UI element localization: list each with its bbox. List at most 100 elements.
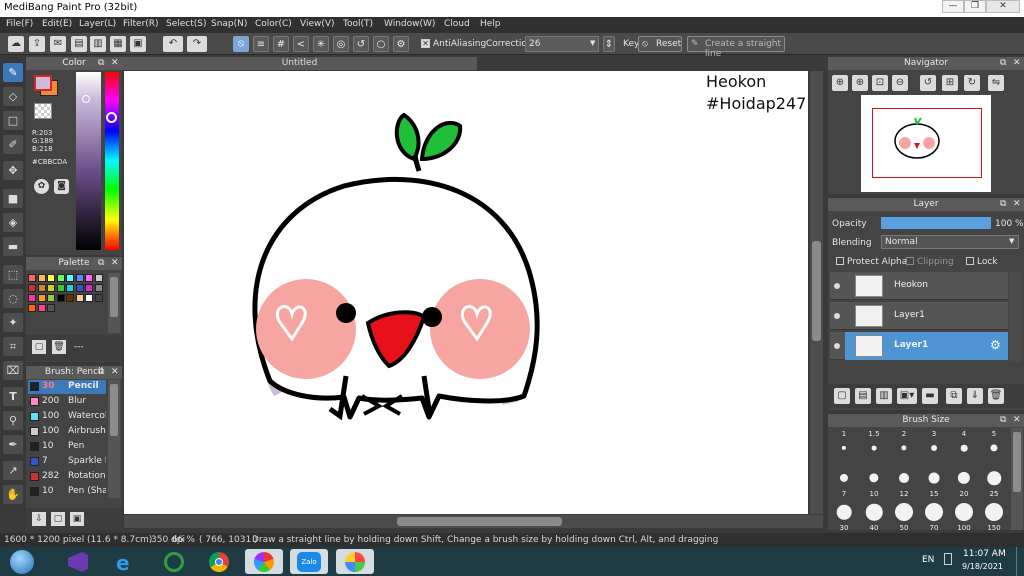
start-button[interactable] [2,549,42,574]
share-icon[interactable]: ⇪ [29,36,45,52]
select-rect-icon[interactable]: ⬚ [3,265,23,284]
close-icon[interactable]: ✕ [1013,198,1021,211]
undock-icon[interactable]: ⧉ [1000,198,1006,211]
palette-swatch[interactable] [94,274,103,282]
radial-snap-icon[interactable]: ✳ [313,36,329,52]
rotate-left-icon[interactable]: ↺ [920,75,936,91]
undock-icon[interactable]: ⧉ [98,257,104,270]
visual-studio-icon[interactable] [58,549,96,574]
move-brush-icon[interactable]: ✐ [3,135,23,154]
lock-checkbox[interactable] [966,257,974,265]
palette-swatch[interactable] [28,274,36,282]
layer-row[interactable]: Layer1 ⚙ [830,332,1008,360]
brush-item[interactable]: 10 Pen (Sha [28,485,106,498]
brush-size-cell[interactable]: 15 [920,464,948,498]
brush-size-cell[interactable]: 10 [860,464,888,498]
layer-scrollbar[interactable] [1009,272,1021,362]
edit-pen-icon[interactable]: ↗ [3,461,23,480]
visibility-icon[interactable] [834,343,840,349]
opacity-slider[interactable] [881,217,991,229]
visibility-icon[interactable] [834,283,840,289]
saturation-marker[interactable] [82,95,90,103]
merge-down-icon[interactable]: ⇓ [967,388,983,404]
brush-size-cell[interactable]: 5 [980,430,1008,456]
palette-swatch[interactable] [47,304,55,312]
zoom-out-icon[interactable]: ⊖ [892,75,908,91]
reset-view-icon[interactable]: ⊞ [942,75,958,91]
palette-swatch[interactable] [94,294,103,302]
picasa-icon[interactable] [245,549,283,574]
brush-size-cell[interactable]: 12 [890,464,918,498]
menu-color[interactable]: Color(C) [255,19,292,29]
palette-scroll-thumb[interactable] [110,277,118,317]
clipping-checkbox[interactable] [906,257,914,265]
menu-layer[interactable]: Layer(L) [79,19,116,29]
cloud-icon[interactable]: ☁ [8,36,24,52]
brush-size-cell[interactable]: 150 [980,498,1008,530]
palette-swatch[interactable] [47,284,55,292]
canvas-vertical-scrollbar[interactable] [810,71,823,514]
palette-swatch[interactable] [75,274,84,282]
menu-filter[interactable]: Filter(R) [123,19,159,29]
parallel-snap-icon[interactable]: ≡ [253,36,269,52]
brush-size-scroll-thumb[interactable] [1013,432,1021,492]
palette-swatch[interactable] [85,294,93,302]
language-indicator[interactable]: EN [922,555,934,565]
menu-view[interactable]: View(V) [300,19,335,29]
palette-icon[interactable]: ✿ [34,179,49,194]
brush-size-cell[interactable]: 1 [830,430,858,456]
close-icon[interactable]: ✕ [111,57,119,70]
brush-size-cell[interactable]: 20 [950,464,978,498]
brush-size-cell[interactable]: 2 [890,430,918,456]
vanishing-snap-icon[interactable]: < [293,36,309,52]
brush-size-cell[interactable]: 50 [890,498,918,530]
palette-swatch[interactable] [85,274,93,282]
brush-size-cell[interactable]: 4 [950,430,978,456]
menu-file[interactable]: File(F) [6,19,33,29]
menu-help[interactable]: Help [480,19,501,29]
clock-time[interactable]: 11:07 AM [963,549,1006,559]
reset-button[interactable]: ⦸ Reset [638,36,682,52]
visibility-icon[interactable] [834,313,840,319]
new-image-layer-icon[interactable]: ▥ [876,388,892,404]
palette-swatch[interactable] [37,304,46,312]
palette-swatch[interactable] [56,294,65,302]
duplicate-layer-icon[interactable]: ⧉ [946,388,962,404]
palette-swatch[interactable] [66,284,74,292]
fit-icon[interactable]: ⊡ [872,75,888,91]
coccoc-icon[interactable] [154,549,192,574]
palette-swatch[interactable] [28,304,36,312]
brush-size-cell[interactable]: 25 [980,464,1008,498]
eyedropper-icon[interactable]: ✒ [3,435,23,454]
redo-icon[interactable]: ↷ [187,36,207,52]
cross-snap-icon[interactable]: # [273,36,289,52]
show-desktop-button[interactable] [1016,547,1024,576]
magic-wand-icon[interactable]: ✦ [3,313,23,332]
undock-icon[interactable]: ⧉ [98,57,104,70]
primary-color-swatch[interactable] [34,75,52,91]
new-document-icon[interactable]: ▤ [71,36,87,52]
menu-edit[interactable]: Edit(E) [42,19,72,29]
brush-item[interactable]: 7 Sparkle B [28,455,106,469]
brush-size-cell[interactable]: 30 [830,498,858,530]
palette-swatch[interactable] [56,274,65,282]
rectangle-tool-icon[interactable]: □ [3,111,23,130]
select-eraser-icon[interactable]: ⌧ [3,361,23,380]
antialiasing-checkbox[interactable]: ✕ [421,39,430,48]
brush-size-cell[interactable]: 7 [830,464,858,498]
brush-item[interactable]: 30 Pencil [28,380,106,394]
layer-row[interactable]: Layer1 [830,302,1008,330]
new-halftone-layer-icon[interactable]: ▤ [855,388,871,404]
hue-bar[interactable] [105,72,119,250]
bucket-tool-icon[interactable]: ◈ [3,213,23,232]
brush-cloud-icon[interactable]: ⇩ [32,512,46,526]
lasso-icon[interactable]: ◌ [3,289,23,308]
gradient-tool-icon[interactable]: ▬ [3,237,23,256]
transparent-color-swatch[interactable] [34,103,52,119]
snap-off-icon[interactable]: ⦸ [233,36,249,52]
color-set-icon[interactable]: ◙ [54,179,69,194]
straight-line-button[interactable]: ✎ Create a straight line [687,36,785,59]
correction-spinner[interactable]: ⇕ [603,36,615,52]
palette-swatch[interactable] [66,294,74,302]
snap-settings-icon[interactable]: ⚙ [393,36,409,52]
